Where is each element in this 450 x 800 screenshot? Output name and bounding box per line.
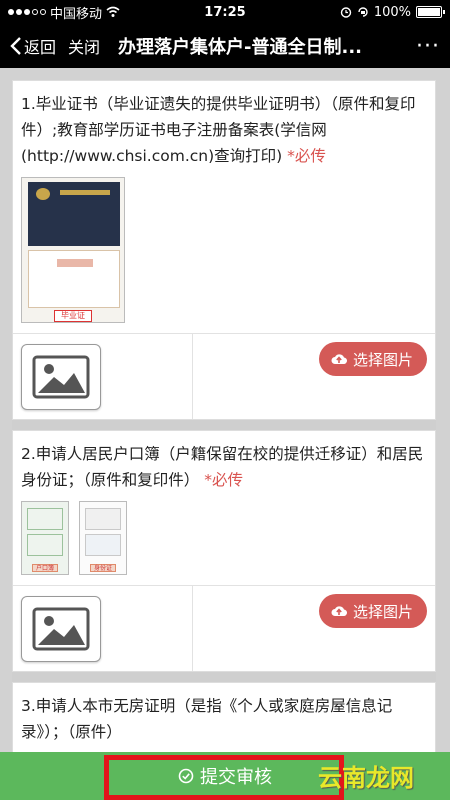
clock: 17:25: [204, 4, 246, 20]
cloud-upload-icon: [331, 606, 347, 617]
required-mark: *必传: [287, 147, 326, 165]
carrier-label: 中国移动: [50, 6, 103, 22]
choose-image-button[interactable]: 选择图片: [318, 594, 427, 628]
choose-image-button[interactable]: 选择图片: [318, 342, 427, 376]
battery-fill: [418, 8, 440, 16]
watermark: 云南龙网: [318, 764, 414, 792]
wifi-icon: [106, 6, 120, 17]
document-list: 1.毕业证书（毕业证遗失的提供毕业证明书）（原件和复印件）;教育部学历证书电子注…: [12, 80, 436, 800]
sample-tag: 身份证: [90, 564, 116, 572]
page: 中国移动 17:25 100% 返回 关闭 办理落户集体户-普通全日制... ·…: [0, 0, 450, 800]
sample-tag: 户口簿: [32, 564, 58, 572]
back-button[interactable]: 返回: [10, 34, 56, 58]
divider: [12, 672, 436, 682]
upload-row: 选择图片: [13, 333, 435, 419]
image-icon: [32, 355, 90, 398]
more-icon[interactable]: ···: [416, 34, 440, 59]
sample-tag: 毕业证: [54, 310, 92, 322]
page-title: 办理落户集体户-普通全日制...: [118, 37, 363, 58]
sample-diploma-image[interactable]: 毕业证: [21, 177, 125, 323]
chevron-left-icon: [10, 37, 21, 55]
divider: [12, 420, 436, 430]
submit-label: 提交审核: [200, 767, 272, 788]
item-description: 3.申请人本市无房证明（是指《个人或家庭房屋信息记录》）；（原件）: [21, 697, 393, 741]
image-icon: [32, 607, 90, 650]
status-bar: 中国移动 17:25 100%: [0, 0, 450, 24]
close-button[interactable]: 关闭: [68, 34, 100, 58]
item-description: 1.毕业证书（毕业证遗失的提供毕业证明书）（原件和复印件）;教育部学历证书电子注…: [21, 95, 416, 165]
battery-percent: 100%: [373, 4, 411, 20]
back-label: 返回: [24, 38, 57, 57]
check-circle-icon: [178, 768, 194, 784]
image-placeholder[interactable]: [21, 595, 101, 662]
choose-image-label: 选择图片: [352, 602, 413, 621]
document-item-2: 2.申请人居民户口簿（户籍保留在校的提供迁移证）和居民身份证；（原件和复印件） …: [12, 430, 436, 672]
rotation-lock-icon: [358, 7, 368, 17]
signal-icon: [8, 9, 46, 15]
alarm-icon: [340, 7, 352, 18]
required-mark: *必传: [204, 471, 243, 489]
submit-button[interactable]: 提交审核: [178, 763, 272, 789]
image-placeholder[interactable]: [21, 343, 101, 410]
nav-bar: 返回 关闭 办理落户集体户-普通全日制... ···: [0, 24, 450, 68]
upload-row: 选择图片: [13, 585, 435, 671]
battery-icon: [416, 6, 445, 18]
sample-hukou-image[interactable]: 户口簿: [21, 501, 69, 575]
sample-id-card-image[interactable]: 身份证: [79, 501, 127, 575]
cloud-upload-icon: [331, 354, 347, 365]
document-item-1: 1.毕业证书（毕业证遗失的提供毕业证明书）（原件和复印件）;教育部学历证书电子注…: [12, 80, 436, 420]
choose-image-label: 选择图片: [352, 350, 413, 369]
